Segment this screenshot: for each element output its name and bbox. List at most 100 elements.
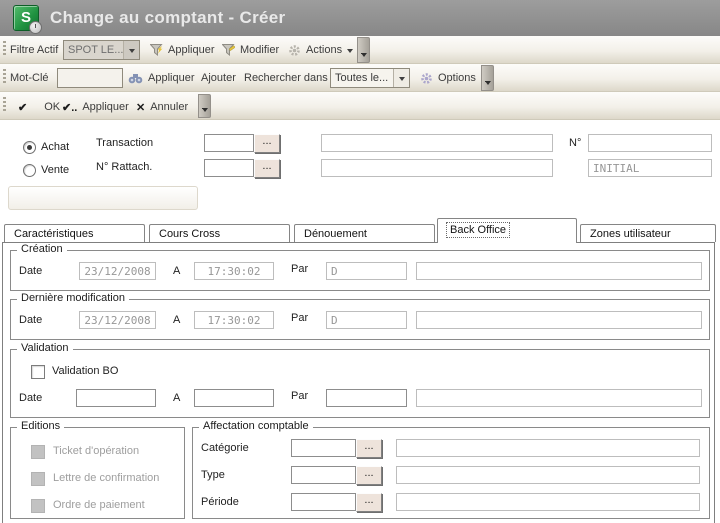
rattach-label: N° Rattach. — [96, 161, 152, 173]
keyword-label: Mot-Clé — [10, 72, 49, 84]
apply-label: Appliquer — [82, 101, 128, 113]
rattach-input[interactable] — [204, 159, 254, 177]
search-in-label: Rechercher dans — [244, 72, 328, 84]
toolbar-filter: Filtre Actif SPOT LE... Appliquer Modifi… — [0, 36, 720, 64]
app-icon: S — [13, 5, 39, 31]
filter-label: Filtre Actif — [10, 44, 58, 56]
toolbar-grip[interactable] — [3, 41, 6, 57]
categorie-input[interactable] — [291, 439, 356, 457]
number-field — [588, 134, 712, 152]
search-apply-button[interactable]: Appliquer — [128, 67, 194, 89]
options-menu-button[interactable]: Options — [420, 67, 487, 89]
validation-by-name-field — [416, 389, 702, 407]
periode-browse-button[interactable]: ... — [356, 493, 382, 512]
tab-caracteristiques[interactable]: Caractéristiques — [4, 224, 145, 242]
modification-time-field: 17:30:02 — [194, 311, 274, 329]
actions-menu-button[interactable]: Actions — [288, 39, 353, 61]
creation-group: Création Date 23/12/2008 A 17:30:02 Par … — [10, 250, 710, 291]
tab-zones-utilisateur[interactable]: Zones utilisateur — [580, 224, 716, 242]
binoculars-icon — [128, 73, 143, 84]
clock-icon — [29, 21, 42, 34]
close-icon: ✕ — [136, 101, 145, 114]
window-title: Change au comptant - Créer — [50, 0, 285, 36]
search-scope-combo[interactable]: Toutes le... — [330, 68, 410, 88]
creation-by-name-field — [416, 262, 702, 280]
lettre-confirmation-checkbox — [31, 472, 45, 486]
validation-bo-label[interactable]: Validation BO — [52, 365, 118, 377]
options-menu-label: Options — [438, 72, 476, 84]
filter-apply-button[interactable]: Appliquer — [150, 39, 214, 61]
validation-date-field[interactable] — [76, 389, 156, 407]
apply-button[interactable]: ✔.. Appliquer — [62, 96, 129, 118]
search-apply-label: Appliquer — [148, 72, 194, 84]
creation-by-field: D — [326, 262, 407, 280]
type-browse-button[interactable]: ... — [356, 466, 382, 485]
keyword-input[interactable] — [57, 68, 123, 88]
transaction-browse-button[interactable]: ... — [254, 134, 280, 153]
filter-combo-value: SPOT LE... — [64, 44, 123, 56]
toolbar-grip[interactable] — [3, 69, 6, 85]
periode-label: Période — [201, 496, 239, 508]
creation-time-field: 17:30:02 — [194, 262, 274, 280]
sell-radio-label[interactable]: Vente — [41, 164, 69, 176]
toolbar-overflow-button[interactable] — [481, 65, 494, 91]
affectation-group: Affectation comptable Catégorie ... Type… — [192, 427, 710, 519]
application-window: S Change au comptant - Créer Filtre Acti… — [0, 0, 720, 523]
toolbar-overflow-button[interactable] — [357, 37, 370, 63]
editions-legend: Editions — [17, 420, 64, 432]
tab-back-office[interactable]: Back Office — [437, 218, 577, 243]
cancel-button[interactable]: ✕ Annuler — [136, 96, 188, 118]
rattach-browse-button[interactable]: ... — [254, 159, 280, 178]
modification-group: Dernière modification Date 23/12/2008 A … — [10, 299, 710, 340]
filter-modify-button[interactable]: Modifier — [222, 39, 279, 61]
ticket-operation-checkbox — [31, 445, 45, 459]
actions-toolbar-band — [8, 186, 198, 210]
filter-combo[interactable]: SPOT LE... — [63, 40, 140, 60]
transaction-input[interactable] — [204, 134, 254, 152]
editions-group: Editions Ticket d'opération Lettre de co… — [10, 427, 185, 519]
periode-input[interactable] — [291, 493, 356, 511]
chevron-down-icon[interactable] — [393, 69, 409, 87]
tab-cours-cross[interactable]: Cours Cross — [149, 224, 290, 242]
validation-by-label: Par — [291, 390, 308, 402]
toolbar-actions: ✔ OK ✔.. Appliquer ✕ Annuler — [0, 92, 720, 120]
sell-radio[interactable] — [23, 164, 36, 177]
toolbar-overflow-button[interactable] — [198, 94, 211, 118]
type-input[interactable] — [291, 466, 356, 484]
validation-date-label: Date — [19, 392, 42, 404]
modification-date-field: 23/12/2008 — [79, 311, 156, 329]
toolbar-grip[interactable] — [3, 97, 6, 113]
search-scope-value: Toutes le... — [331, 72, 393, 84]
modification-by-name-field — [416, 311, 702, 329]
lettre-confirmation-label: Lettre de confirmation — [53, 472, 159, 484]
modification-legend: Dernière modification — [17, 292, 129, 304]
validation-by-field[interactable] — [326, 389, 407, 407]
ordre-paiement-label: Ordre de paiement — [53, 499, 145, 511]
add-button[interactable]: Ajouter — [201, 67, 236, 89]
filter-apply-icon — [150, 44, 163, 56]
validation-legend: Validation — [17, 342, 73, 354]
validation-bo-checkbox[interactable] — [31, 365, 45, 379]
validation-time-field[interactable] — [194, 389, 274, 407]
chevron-down-icon[interactable] — [123, 41, 139, 59]
type-name-field — [396, 466, 700, 484]
ticket-operation-label: Ticket d'opération — [53, 445, 139, 457]
buy-radio[interactable] — [23, 141, 36, 154]
modification-by-label: Par — [291, 312, 308, 324]
cancel-label: Annuler — [150, 101, 188, 113]
transaction-name-field — [321, 134, 553, 152]
ordre-paiement-checkbox — [31, 499, 45, 513]
chevron-down-icon — [347, 49, 353, 56]
creation-at-label: A — [173, 265, 180, 277]
buy-radio-label[interactable]: Achat — [41, 141, 69, 153]
modification-at-label: A — [173, 314, 180, 326]
tab-denouement[interactable]: Dénouement — [294, 224, 435, 242]
validation-at-label: A — [173, 392, 180, 404]
categorie-browse-button[interactable]: ... — [356, 439, 382, 458]
title-bar: S Change au comptant - Créer — [0, 0, 720, 37]
modification-date-label: Date — [19, 314, 42, 326]
transaction-label: Transaction — [96, 137, 153, 149]
check-icon: ✔ — [18, 101, 27, 114]
creation-date-label: Date — [19, 265, 42, 277]
ok-button[interactable]: ✔ OK — [18, 96, 60, 118]
